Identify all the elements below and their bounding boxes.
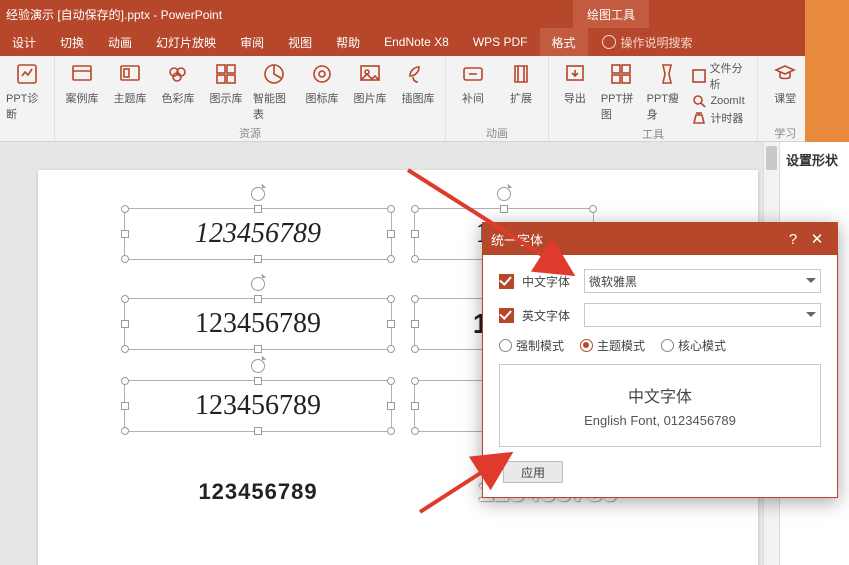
ppt-diagnose-button[interactable]: PPT诊断	[6, 60, 48, 125]
rotate-handle-icon[interactable]	[251, 359, 265, 373]
tell-me-search[interactable]: 操作说明搜索	[602, 34, 693, 51]
en-font-select[interactable]	[584, 303, 821, 327]
textbox[interactable]: 123456789	[124, 208, 392, 260]
dialog-title: 统一字体	[491, 230, 543, 249]
cn-font-label: 中文字体	[522, 273, 576, 290]
mode-theme-radio[interactable]: 主题模式	[580, 337, 645, 354]
tab-help[interactable]: 帮助	[324, 28, 372, 56]
ribbon-tabs: 设计 切换 动画 幻灯片放映 审阅 视图 帮助 EndNote X8 WPS P…	[0, 28, 849, 56]
tab-animation[interactable]: 动画	[96, 28, 144, 56]
scrollbar-thumb[interactable]	[766, 146, 777, 170]
case-library-button[interactable]: 案例库	[61, 60, 103, 125]
export-button[interactable]: 导出	[555, 60, 595, 126]
zoomit-button[interactable]: ZoomIt	[692, 94, 751, 108]
plugin-library-button[interactable]: 插图库	[397, 60, 439, 125]
textbox[interactable]: 123456789	[124, 380, 392, 432]
extend-button[interactable]: 扩展	[500, 60, 542, 125]
group-learn-label: 学习	[764, 125, 806, 139]
smart-chart-button[interactable]: 智能图表	[253, 60, 295, 125]
tab-design[interactable]: 设计	[0, 28, 48, 56]
tab-transition[interactable]: 切换	[48, 28, 96, 56]
preview-en-text: English Font, 0123456789	[508, 413, 812, 428]
contextual-tab-label: 绘图工具	[573, 0, 649, 28]
theme-library-button[interactable]: 主题库	[109, 60, 151, 125]
group-tools-label: 工具	[555, 126, 751, 140]
picture-library-button[interactable]: 图片库	[349, 60, 391, 125]
cn-font-select[interactable]: 微软雅黑	[584, 269, 821, 293]
textbox[interactable]: 123456789	[124, 466, 392, 518]
chevron-down-icon	[806, 312, 816, 322]
tab-format[interactable]: 格式	[540, 28, 588, 56]
tab-view[interactable]: 视图	[276, 28, 324, 56]
window-titlebar: 经验演示 [自动保存的].pptx - PowerPoint 绘图工具 登录	[0, 0, 849, 28]
ppt-slim-button[interactable]: PPT瘦身	[647, 60, 687, 126]
dialog-titlebar[interactable]: 统一字体 ? ✕	[483, 223, 837, 255]
ribbon: PPT诊断 案例库 主题库 色彩库 图示库 智能图表 图标库 图片库 插图库 资…	[0, 56, 849, 142]
timer-button[interactable]: 计时器	[692, 110, 751, 126]
group-resource-label: 资源	[61, 125, 439, 139]
tab-wpspdf[interactable]: WPS PDF	[461, 28, 540, 56]
unify-font-dialog: 统一字体 ? ✕ 中文字体 微软雅黑 英文字体 强制模式 主题模式 核心模式 中…	[482, 222, 838, 498]
mode-core-radio[interactable]: 核心模式	[661, 337, 726, 354]
tween-button[interactable]: 补间	[452, 60, 494, 125]
shape-library-button[interactable]: 图示库	[205, 60, 247, 125]
en-font-label: 英文字体	[522, 307, 576, 324]
mode-force-radio[interactable]: 强制模式	[499, 337, 564, 354]
classroom-button[interactable]: 课堂	[764, 60, 806, 125]
rotate-handle-icon[interactable]	[251, 277, 265, 291]
rotate-handle-icon[interactable]	[497, 187, 511, 201]
tab-review[interactable]: 审阅	[228, 28, 276, 56]
tab-slideshow[interactable]: 幻灯片放映	[144, 28, 228, 56]
format-pane-title: 设置形状	[786, 150, 843, 169]
preview-cn-text: 中文字体	[508, 383, 812, 407]
cn-font-checkbox[interactable]	[499, 274, 514, 289]
lightbulb-icon	[602, 35, 616, 49]
color-library-button[interactable]: 色彩库	[157, 60, 199, 125]
help-icon[interactable]: ?	[781, 231, 805, 248]
group-animation-label: 动画	[452, 125, 542, 139]
tab-endnote[interactable]: EndNote X8	[372, 28, 461, 56]
close-icon[interactable]: ✕	[805, 230, 829, 248]
en-font-checkbox[interactable]	[499, 308, 514, 323]
document-title: 经验演示 [自动保存的].pptx - PowerPoint	[0, 6, 222, 23]
apply-button[interactable]: 应用	[503, 461, 563, 483]
chart-library-button[interactable]: 图标库	[301, 60, 343, 125]
ppt-jigsaw-button[interactable]: PPT拼图	[601, 60, 641, 126]
file-analyze-button[interactable]: 文件分析	[692, 60, 751, 92]
rotate-handle-icon[interactable]	[251, 187, 265, 201]
chevron-down-icon	[806, 278, 816, 288]
textbox[interactable]: 123456789	[124, 298, 392, 350]
tell-me-label: 操作说明搜索	[621, 34, 693, 51]
font-preview-box: 中文字体 English Font, 0123456789	[499, 364, 821, 447]
